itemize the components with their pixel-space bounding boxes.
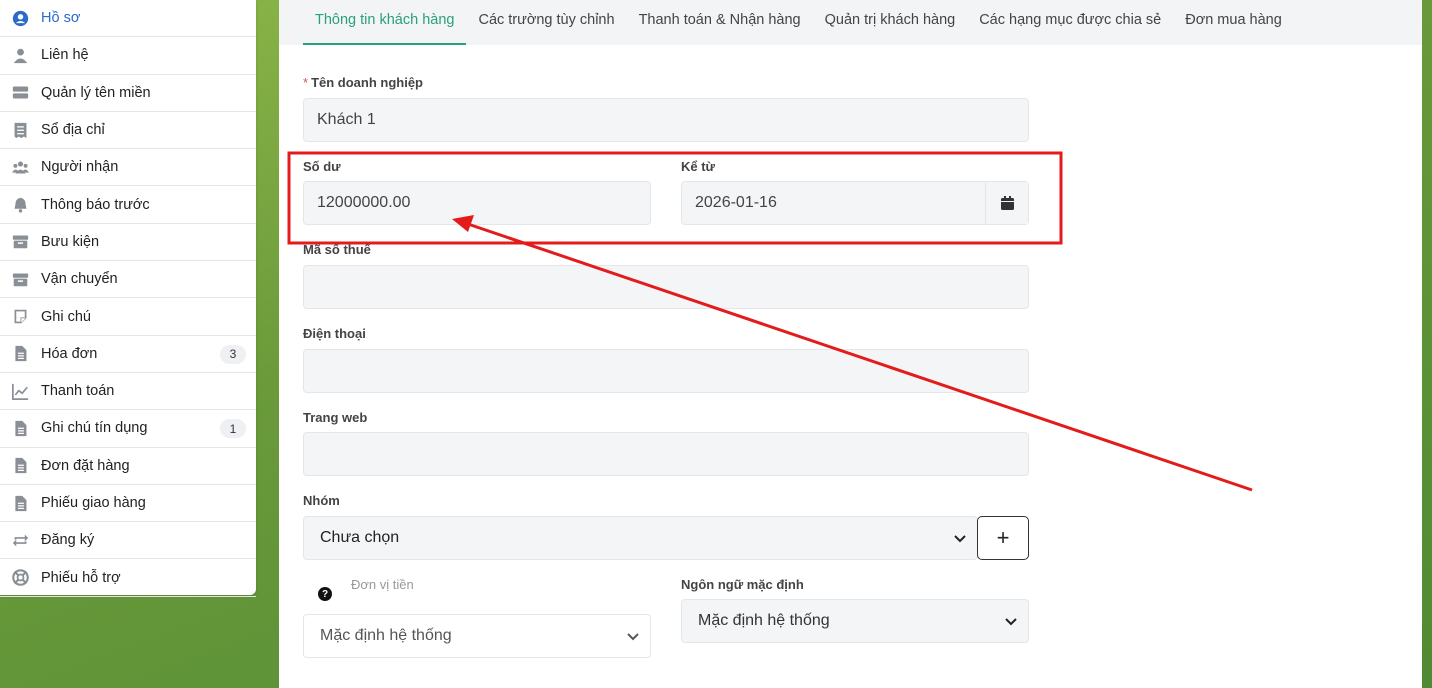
sidebar-item[interactable]: Phiếu hỗ trợ — [0, 559, 256, 597]
currency-select[interactable]: Mặc định hệ thống — [303, 614, 651, 658]
since-date-value: 2026-01-16 — [695, 194, 777, 211]
sidebar-item-label: Bưu kiện — [41, 233, 100, 250]
sidebar-item[interactable]: Ghi chú tín dụng 1 — [0, 410, 256, 448]
group-select[interactable]: Chưa chọn — [303, 516, 978, 560]
user-circle-icon — [10, 8, 30, 28]
sidebar-item-label: Đơn đặt hàng — [41, 457, 130, 474]
sidebar-item-label: Quản lý tên miền — [41, 84, 151, 101]
company-name-input[interactable]: Khách 1 — [303, 98, 1029, 142]
sidebar-item-label: Thanh toán — [41, 383, 115, 400]
sidebar-item[interactable]: Bưu kiện — [0, 224, 256, 262]
since-date-input[interactable]: 2026-01-16 — [681, 181, 1029, 225]
tab[interactable]: Các trường tùy chỉnh — [466, 0, 626, 45]
sidebar-item-label: Đăng ký — [41, 532, 95, 549]
note-icon — [10, 307, 30, 327]
sidebar-item-label: Hồ sơ — [41, 10, 81, 27]
sidebar-item-label: Người nhận — [41, 159, 119, 176]
sidebar-item[interactable]: Quản lý tên miền — [0, 75, 256, 112]
lifebuoy-icon — [10, 568, 30, 588]
sidebar-item[interactable]: Hồ sơ — [0, 0, 256, 38]
sidebar-item-label: Ghi chú tín dụng — [41, 420, 148, 437]
sidebar-item-label: Hóa đơn — [41, 345, 98, 362]
add-group-button[interactable]: + — [977, 516, 1029, 560]
sidebar-item-label: Ghi chú — [41, 308, 91, 325]
tab[interactable]: Thanh toán & Nhận hàng — [627, 0, 813, 45]
group-label: Nhóm — [303, 493, 340, 508]
sidebar-item-label: Sổ địa chỉ — [41, 122, 105, 139]
tab[interactable]: Quản trị khách hàng — [813, 0, 968, 45]
users-icon — [10, 157, 30, 177]
document-icon — [10, 493, 30, 513]
count-badge: 1 — [220, 419, 246, 439]
sidebar-item[interactable]: Thanh toán — [0, 373, 256, 411]
language-label: Ngôn ngữ mặc định — [681, 577, 804, 592]
group-select-value: Chưa chọn — [320, 529, 400, 546]
tab[interactable]: Các hạng mục được chia sẻ — [967, 0, 1173, 45]
sidebar-item[interactable]: Sổ địa chỉ — [0, 112, 256, 150]
sidebar-item[interactable]: Thông báo trước — [0, 186, 256, 224]
sidebar-item[interactable]: Ghi chú — [0, 298, 256, 336]
sidebar-item-label: Liên hệ — [41, 47, 89, 64]
tab-bar: Thông tin khách hàng Các trường tùy chỉnh… — [279, 0, 1422, 45]
currency-select-value: Mặc định hệ thống — [320, 627, 452, 644]
help-icon[interactable]: ? — [318, 587, 332, 601]
tax-code-input[interactable] — [303, 265, 1029, 309]
document-icon — [10, 456, 30, 476]
receipt-icon — [10, 120, 30, 140]
chart-line-icon — [10, 381, 30, 401]
box-icon — [10, 269, 30, 289]
sidebar-item[interactable]: Đăng ký — [0, 522, 256, 560]
balance-input[interactable]: 12000000.00 — [303, 181, 651, 225]
since-date-label: Kể từ — [681, 159, 715, 174]
sidebar-item[interactable]: Phiếu giao hàng — [0, 485, 256, 523]
website-label: Trang web — [303, 410, 368, 425]
calendar-button[interactable] — [985, 182, 1028, 224]
tab[interactable]: Thông tin khách hàng — [303, 0, 467, 45]
box-icon — [10, 232, 30, 252]
phone-label: Điện thoại — [303, 326, 366, 341]
document-icon — [10, 344, 30, 364]
sidebar-item[interactable]: Vận chuyển — [0, 261, 256, 299]
sidebar-item-label: Vận chuyển — [41, 271, 118, 288]
sidebar-item-label: Thông báo trước — [41, 196, 150, 213]
server-icon — [10, 83, 30, 103]
sidebar-item-label: Phiếu hỗ trợ — [41, 569, 121, 586]
sidebar-item[interactable]: Đơn đặt hàng — [0, 448, 256, 485]
tax-code-label: Mã số thuế — [303, 242, 371, 257]
tab[interactable]: Đơn mua hàng — [1173, 0, 1294, 45]
document-icon — [10, 418, 30, 438]
company-name-label: * Tên doanh nghiệp — [303, 75, 423, 90]
main-panel: Thông tin khách hàng Các trường tùy chỉnh… — [279, 0, 1422, 688]
sidebar: Hồ sơ Liên hệ Quản lý tên miền Sổ địa chỉ Ng… — [0, 0, 256, 597]
bell-icon — [10, 195, 30, 215]
phone-input[interactable] — [303, 349, 1029, 393]
repeat-icon — [10, 530, 30, 550]
sidebar-item[interactable]: Hóa đơn 3 — [0, 336, 256, 373]
chevron-down-icon — [627, 633, 639, 641]
chevron-down-icon — [954, 535, 966, 543]
currency-label: Đơn vị tiền — [351, 577, 414, 592]
count-badge: 3 — [220, 344, 246, 364]
language-select-value: Mặc định hệ thống — [698, 612, 830, 629]
sidebar-item[interactable]: Người nhận — [0, 149, 256, 187]
required-marker: * — [303, 75, 309, 90]
sidebar-item-label: Phiếu giao hàng — [41, 495, 146, 511]
balance-label: Số dư — [303, 159, 341, 174]
website-input[interactable] — [303, 432, 1029, 476]
calendar-icon — [1000, 196, 1014, 210]
chevron-down-icon — [1005, 618, 1017, 626]
company-name-label-text: Tên doanh nghiệp — [311, 75, 423, 90]
sidebar-item[interactable]: Liên hệ — [0, 37, 256, 75]
language-select[interactable]: Mặc định hệ thống — [681, 599, 1029, 643]
person-icon — [10, 45, 30, 65]
